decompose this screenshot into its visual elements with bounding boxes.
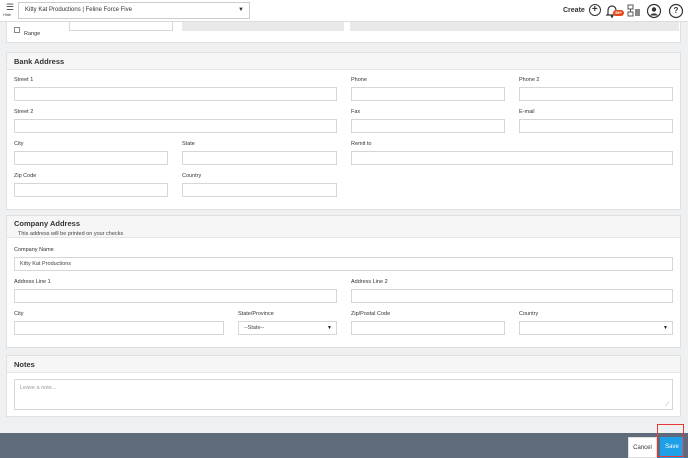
state-province-label: State/Province [238, 311, 274, 317]
hide-label: Hide [3, 12, 12, 17]
resize-handle-icon[interactable]: ⟋ [665, 402, 669, 409]
company-select-value: Kitty Kat Productions | Feline Force Fiv… [25, 7, 132, 13]
street1-label: Street 1 [14, 77, 34, 83]
user-profile-button[interactable] [646, 3, 662, 19]
help-label: ? [673, 6, 679, 15]
bank-city-input[interactable] [14, 151, 168, 165]
notification-badge: 99+ [613, 10, 624, 16]
main-content[interactable]: Range Bank Address Street 1 Phone Phone … [0, 22, 688, 433]
company-name-label: Company Name [14, 247, 54, 253]
create-button[interactable]: Create + [563, 4, 601, 18]
company-address-title: Company Address [14, 219, 80, 228]
hide-sidebar-button[interactable]: ☰ Hide [3, 3, 17, 19]
range-field[interactable] [69, 22, 173, 31]
save-button[interactable]: Save [660, 437, 684, 458]
address-line1-label: Address Line 1 [14, 279, 51, 285]
state-province-select[interactable]: --State-- ▼ [238, 321, 337, 335]
tasks-button[interactable] [626, 3, 642, 19]
company-address-header: Company Address This address will be pri… [7, 216, 680, 238]
bank-city-label: City [14, 141, 24, 147]
bank-zip-input[interactable] [14, 183, 168, 197]
company-city-label: City [14, 311, 24, 317]
notes-card: Notes Leave a note... [6, 355, 681, 417]
email-label: E-mail [519, 109, 535, 115]
remit-input[interactable] [351, 151, 673, 165]
phone2-label: Phone 2 [519, 77, 540, 83]
bank-state-input[interactable] [182, 151, 337, 165]
plus-circle-icon: + [588, 4, 601, 17]
range-card: Range [6, 22, 681, 43]
range-label: Range [24, 31, 41, 37]
company-select[interactable]: Kitty Kat Productions | Feline Force Fiv… [18, 2, 250, 19]
phone-label: Phone [351, 77, 367, 83]
bank-country-input[interactable] [182, 183, 337, 197]
remit-label: Remit to [351, 141, 372, 147]
help-button[interactable]: ? [668, 3, 684, 19]
address-line2-label: Address Line 2 [351, 279, 388, 285]
notifications-button[interactable]: 99+ [604, 3, 624, 19]
bank-country-label: Country [182, 173, 202, 179]
create-label: Create [563, 7, 585, 14]
fax-input[interactable] [351, 119, 505, 133]
company-name-input[interactable]: Kitty Kat Productions [14, 257, 673, 271]
notes-textarea[interactable]: Leave a note... [14, 379, 673, 410]
email-input[interactable] [519, 119, 673, 133]
range-checkbox[interactable] [14, 27, 20, 33]
phone-input[interactable] [351, 87, 505, 101]
company-country-label: Country [519, 311, 539, 317]
postal-code-input[interactable] [351, 321, 505, 335]
postal-code-label: Zip/Postal Code [351, 311, 391, 317]
menu-icon: ☰ [5, 2, 15, 12]
street1-input[interactable] [14, 87, 337, 101]
bank-address-title: Bank Address [7, 53, 680, 70]
chevron-down-icon: ▼ [238, 7, 244, 13]
fax-label: Fax [351, 109, 361, 115]
top-bar: ☰ Hide Kitty Kat Productions | Feline Fo… [0, 0, 688, 22]
footer-bar: Cancel Save [0, 433, 688, 458]
disabled-field [182, 22, 344, 31]
chevron-down-icon: ▼ [663, 325, 668, 331]
bank-address-card: Bank Address Street 1 Phone Phone 2 Stre… [6, 52, 681, 210]
bank-zip-label: Zip Code [14, 173, 37, 179]
tasks-icon [627, 4, 640, 17]
address-line1-input[interactable] [14, 289, 337, 303]
company-address-subtitle: This address will be printed on your che… [18, 231, 124, 237]
company-address-card: Company Address This address will be pri… [6, 215, 681, 348]
company-city-input[interactable] [14, 321, 224, 335]
state-province-value: --State-- [244, 325, 265, 331]
company-country-select[interactable]: ▼ [519, 321, 673, 335]
address-line2-input[interactable] [351, 289, 673, 303]
disabled-field [350, 22, 679, 31]
chevron-down-icon: ▼ [327, 325, 332, 331]
phone2-input[interactable] [519, 87, 673, 101]
user-icon [646, 3, 662, 19]
cancel-button[interactable]: Cancel [628, 437, 657, 458]
street2-input[interactable] [14, 119, 337, 133]
street2-label: Street 2 [14, 109, 34, 115]
bank-state-label: State [182, 141, 195, 147]
notes-title: Notes [7, 356, 680, 373]
